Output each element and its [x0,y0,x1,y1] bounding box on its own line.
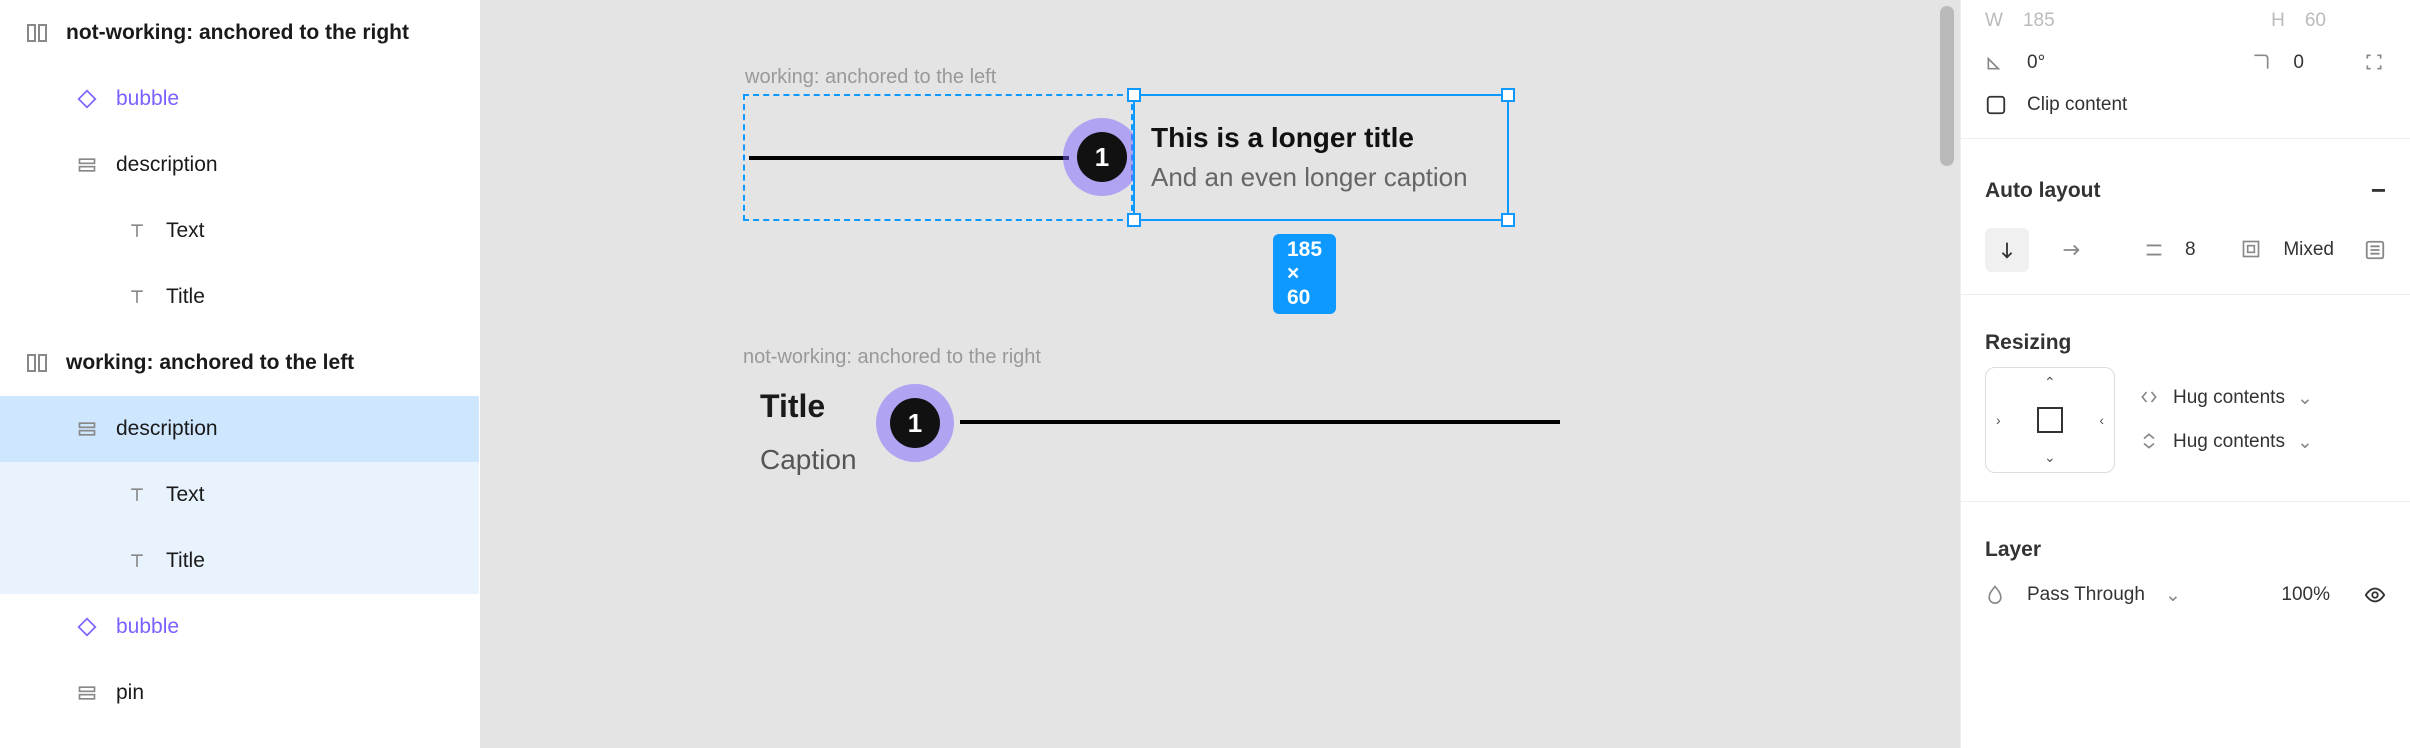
pin-line-2 [960,420,1560,424]
text-icon [124,284,150,310]
text-icon [124,482,150,508]
frame-icon [24,350,50,376]
auto-layout-label: Auto layout [1985,179,2101,203]
layer-label: Text [166,483,205,507]
layer-frame-not-working[interactable]: not-working: anchored to the right [0,0,479,66]
layer-title[interactable]: Title [0,264,479,330]
checkbox-empty-icon[interactable] [1985,94,2007,116]
radius-icon [2251,52,2273,74]
bubble-number: 1 [1077,132,1127,182]
clip-content-row[interactable]: Clip content [1961,84,2410,126]
section-resizing: Resizing [1961,307,2410,367]
height-label: H [2271,10,2285,32]
resize-handle[interactable] [1501,88,1515,102]
layer-label: Title [166,549,205,573]
resize-handle[interactable] [1127,213,1141,227]
layer-bubble[interactable]: bubble [0,66,479,132]
wh-row: W 185 H 60 [1961,0,2410,42]
layer-frame-working[interactable]: working: anchored to the left [0,330,479,396]
frame-icon [24,20,50,46]
layer-label: description [116,417,218,441]
layer-pin[interactable]: pin [0,660,479,726]
section-layer: Layer [1961,514,2410,574]
layer-text[interactable]: Text [0,198,479,264]
alignment-icon[interactable] [2364,239,2386,261]
text-icon [124,548,150,574]
autolayout-icon [74,416,100,442]
component-icon [74,614,100,640]
rotation-row: 0° 0 [1961,42,2410,84]
radius-value[interactable]: 0 [2293,52,2304,74]
canvas[interactable]: working: anchored to the left 1 This is … [480,0,1960,748]
resize-h-value: Hug contents [2173,387,2285,409]
direction-horizontal-button[interactable] [2049,228,2093,272]
layer-text-child[interactable]: Text [0,462,479,528]
padding-value[interactable]: Mixed [2283,239,2334,261]
eye-icon[interactable] [2364,584,2386,606]
resize-handle[interactable] [1501,213,1515,227]
angle-icon [1985,52,2007,74]
pin-line [749,156,1069,160]
gap-value[interactable]: 8 [2185,239,2196,261]
layer-label: Text [166,219,205,243]
rotation-value[interactable]: 0° [2027,52,2045,74]
width-label: W [1985,10,2003,32]
canvas-frame-label-2[interactable]: not-working: anchored to the right [743,346,1041,369]
width-value[interactable]: 185 [2023,10,2055,32]
layer-label: pin [116,681,144,705]
autolayout-icon [74,680,100,706]
blend-mode[interactable]: Pass Through [2027,584,2145,606]
layer-description[interactable]: description [0,132,479,198]
blend-icon [1985,584,2007,606]
resize-vertical[interactable]: Hug contents ⌄ [2139,431,2319,453]
section-auto-layout: Auto layout − [1961,151,2410,218]
layer-section-label: Layer [1985,538,2041,562]
auto-layout-controls: 8 Mixed [1961,218,2410,282]
layer-description-selected[interactable]: description [0,396,479,462]
resize-horizontal[interactable]: Hug contents ⌄ [2139,387,2319,409]
layer-bubble-2[interactable]: bubble [0,594,479,660]
layer-label: working: anchored to the left [66,351,354,375]
canvas-frame-label[interactable]: working: anchored to the left [745,66,996,89]
opacity-value[interactable]: 100% [2281,584,2330,606]
resize-v-value: Hug contents [2173,431,2285,453]
scrollbar-thumb[interactable] [1940,6,1954,166]
bubble-node-2[interactable]: 1 [876,384,954,462]
height-value[interactable]: 60 [2305,10,2326,32]
layer-label: bubble [116,615,179,639]
independent-corners-icon[interactable] [2364,52,2386,74]
constraints-widget[interactable]: ⌃ ⌄ › ‹ [1985,367,2115,473]
layers-panel: not-working: anchored to the right bubbl… [0,0,480,748]
design-panel: W 185 H 60 0° 0 Clip c [1960,0,2410,748]
resize-handle[interactable] [1127,88,1141,102]
content-title-2[interactable]: Title [760,388,825,425]
selection-dimensions: 185 × 60 [1273,234,1336,314]
layer-label: Title [166,285,205,309]
component-icon [74,86,100,112]
hug-h-icon [2139,387,2161,409]
layer-blend-row: Pass Through ⌄ 100% [1961,574,2410,616]
layer-label: bubble [116,87,179,111]
selection-box[interactable]: This is a longer title And an even longe… [1133,94,1509,221]
layer-title-child[interactable]: Title [0,528,479,594]
autolayout-icon [74,152,100,178]
layer-label: description [116,153,218,177]
remove-autolayout-button[interactable]: − [2371,175,2386,206]
bubble-number: 1 [890,398,940,448]
padding-icon [2241,239,2263,261]
hug-v-icon [2139,431,2161,453]
gap-icon [2143,239,2165,261]
chevron-down-icon: ⌄ [2165,584,2187,606]
text-icon [124,218,150,244]
layer-label: not-working: anchored to the right [66,21,409,45]
resizing-label: Resizing [1985,331,2071,355]
content-title: This is a longer title [1151,122,1491,154]
content-caption-2[interactable]: Caption [760,444,857,476]
content-caption: And an even longer caption [1151,162,1491,193]
chevron-down-icon: ⌄ [2297,431,2319,453]
bubble-node[interactable]: 1 [1063,118,1141,196]
clip-content-label: Clip content [2027,94,2127,116]
direction-vertical-button[interactable] [1985,228,2029,272]
chevron-down-icon: ⌄ [2297,387,2319,409]
